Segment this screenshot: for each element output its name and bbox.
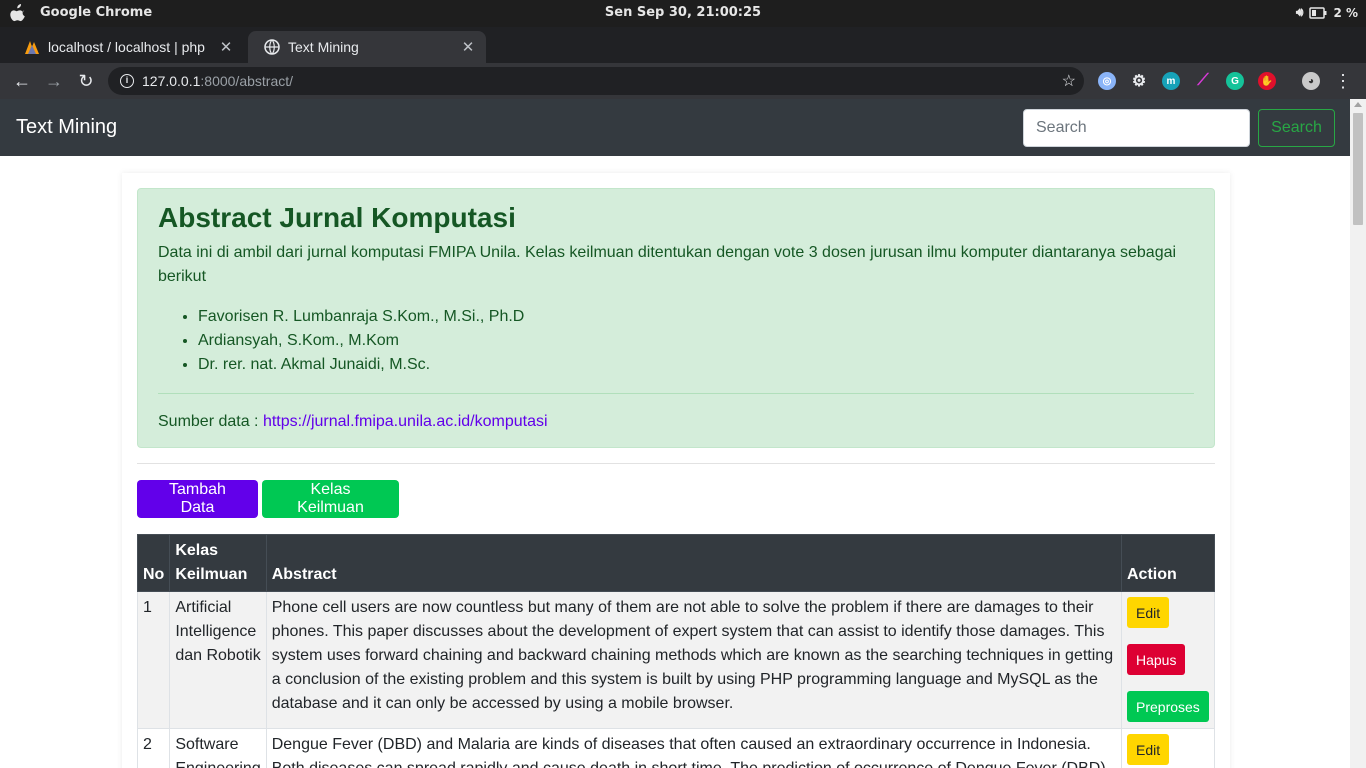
browser-toolbar: ← → ↻ i 127.0.0.1:8000/abstract/ ☆ ◎ ⚙ m… [0,63,1366,99]
source-line: Sumber data : https://jurnal.fmipa.unila… [158,410,1194,434]
source-link[interactable]: https://jurnal.fmipa.unila.ac.id/komputa… [263,413,548,430]
app-name[interactable]: Google Chrome [40,5,152,20]
list-item: Favorisen R. Lumbanraja S.Kom., M.Si., P… [198,305,1194,329]
preprocess-button[interactable]: Preproses [1127,691,1209,722]
apple-icon[interactable] [10,4,26,22]
page-scrollbar[interactable] [1350,99,1366,768]
address-bar[interactable]: i 127.0.0.1:8000/abstract/ ☆ [108,67,1084,95]
divider [158,393,1194,394]
table-header-row: No Kelas Keilmuan Abstract Action [136,534,1215,592]
battery-percent: 2 % [1333,5,1358,20]
edit-button[interactable]: Edit [1127,734,1170,765]
forward-icon[interactable]: → [44,71,64,91]
cell-no: 2 [136,728,171,768]
list-item: Ardiansyah, S.Kom., M.Kom [198,329,1194,353]
avatar[interactable]: ◕ [1302,72,1320,90]
cell-action: Edit [1121,728,1215,768]
tab-label: Text Mining [288,39,359,55]
cell-kelas: Artificial Intelligence dan Robotik [169,591,267,729]
cell-kelas: Software Engineering [169,728,267,768]
list-item: Dr. rer. nat. Akmal Junaidi, M.Sc. [198,353,1194,377]
delete-button[interactable]: Hapus [1127,644,1186,675]
battery-icon[interactable] [1309,6,1327,19]
page-title: Abstract Jurnal Komputasi [158,202,516,233]
url-host: 127.0.0.1 [142,73,201,89]
info-icon[interactable]: i [120,74,134,88]
edit-button[interactable]: Edit [1127,597,1170,628]
search-button[interactable]: Search [1258,109,1335,147]
navbar-brand[interactable]: Text Mining [16,116,117,139]
system-tray[interactable]: 🔊︎ 2 % [1296,5,1358,20]
search-input[interactable] [1023,109,1250,147]
cell-no: 1 [136,591,171,729]
lecturer-list: Favorisen R. Lumbanraja S.Kom., M.Si., P… [198,305,1194,377]
cell-abstract: Dengue Fever (DBD) and Malaria are kinds… [265,728,1123,768]
bookmark-star-icon[interactable]: ☆ [1062,71,1076,91]
add-data-button[interactable]: Tambah Data [137,480,258,518]
page-viewport: Text Mining Search Abstract Jurnal Kompu… [0,99,1350,768]
header-action: Action [1121,534,1215,592]
header-abstract: Abstract [265,534,1123,592]
reload-icon[interactable]: ↻ [76,71,96,91]
section-divider [137,463,1215,464]
cell-action: Edit Hapus Preproses [1121,591,1215,729]
clock[interactable]: Sen Sep 30, 21:00:25 [0,5,1366,20]
tab-strip: localhost / localhost | php ✕ Text Minin… [0,27,1366,80]
back-icon[interactable]: ← [12,71,32,91]
tab-phpmyadmin[interactable]: localhost / localhost | php ✕ [8,31,244,63]
info-alert: Abstract Jurnal Komputasi Data ini di am… [137,188,1215,448]
scroll-up-icon[interactable] [1354,102,1362,107]
volume-icon[interactable]: 🔊︎ [1296,5,1304,20]
tab-text-mining[interactable]: Text Mining ✕ [248,31,486,63]
extension-icon[interactable]: ◎ [1098,72,1116,90]
alert-description: Data ini di ambil dari jurnal komputasi … [158,244,1177,285]
scrollbar-thumb[interactable] [1353,113,1363,225]
phpmyadmin-icon [25,41,39,54]
feather-icon[interactable]: ⟋ [1194,72,1212,90]
table-row: 1 Artificial Intelligence dan Robotik Ph… [136,591,1215,729]
os-top-bar: Google Chrome Sen Sep 30, 21:00:25 🔊︎ 2 … [0,0,1366,27]
table-row: 2 Software Engineering Dengue Fever (DBD… [136,728,1215,768]
header-kelas: Kelas Keilmuan [169,534,267,592]
header-no: No [136,534,171,592]
abstract-table: No Kelas Keilmuan Abstract Action 1 Arti… [136,534,1215,768]
site-navbar: Text Mining Search [0,99,1350,156]
gear-icon[interactable]: ⚙ [1130,72,1148,90]
main-container: Abstract Jurnal Komputasi Data ini di am… [122,173,1230,768]
url-path: :8000/abstract/ [200,73,294,89]
tab-label: localhost / localhost | php [48,39,205,55]
source-label: Sumber data : [158,413,263,430]
globe-icon [264,39,280,55]
cell-abstract: Phone cell users are now countless but m… [265,591,1123,729]
close-icon[interactable]: ✕ [456,38,480,56]
adblock-icon[interactable]: ✋ [1258,72,1276,90]
menu-icon[interactable]: ⋮ [1334,71,1352,91]
close-icon[interactable]: ✕ [214,38,238,56]
kelas-keilmuan-button[interactable]: Kelas Keilmuan [262,480,399,518]
extension-m-icon[interactable]: m [1162,72,1180,90]
grammarly-icon[interactable]: G [1226,72,1244,90]
